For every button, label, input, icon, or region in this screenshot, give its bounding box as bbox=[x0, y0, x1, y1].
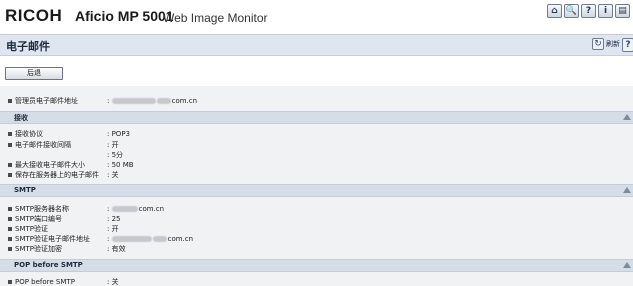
section-title: SMTP bbox=[14, 186, 36, 194]
row-label: 管理员电子邮件地址 bbox=[15, 97, 78, 105]
smtp-auth-email-domain: com.cn bbox=[167, 235, 194, 243]
page-title: 电子邮件 bbox=[6, 40, 50, 53]
row-label: SMTP验证加密 bbox=[15, 245, 62, 253]
section-receive: 接收 bbox=[0, 111, 633, 124]
row-keep-on-server: 保存在服务器上的电子邮件 : 关 bbox=[0, 170, 633, 180]
header: RICOH Aficio MP 5001 Web Image Monitor ⌂… bbox=[0, 0, 633, 34]
page-title-bar: 电子邮件 ↻ 刷新 ? bbox=[0, 34, 633, 56]
user-icon[interactable]: ▤ bbox=[615, 4, 630, 18]
row-value: : 关 bbox=[107, 278, 119, 286]
bullet-icon bbox=[8, 173, 12, 177]
device-model: Aficio MP 5001 bbox=[75, 8, 174, 24]
row-label: 最大接收电子邮件大小 bbox=[15, 161, 85, 169]
bullet-icon bbox=[8, 237, 12, 241]
smtp-server-domain: com.cn bbox=[138, 205, 165, 213]
row-smtp-server: SMTP服务器名称 : com.cn bbox=[0, 204, 633, 214]
page-help-icon[interactable]: ? bbox=[622, 38, 633, 52]
row-label: SMTP验证电子邮件地址 bbox=[15, 235, 90, 243]
row-pop-before-smtp: POP before SMTP : 关 bbox=[0, 277, 633, 286]
bullet-icon bbox=[8, 143, 12, 147]
bullet-icon bbox=[8, 99, 12, 103]
row-smtp-auth: SMTP验证 : 开 bbox=[0, 224, 633, 234]
row-max-email-size: 最大接收电子邮件大小 : 50 MB bbox=[0, 160, 633, 170]
row-value: : 有效 bbox=[107, 245, 126, 253]
row-value: : 50 MB bbox=[107, 161, 134, 169]
collapse-triangle-icon[interactable] bbox=[623, 262, 631, 268]
help-icon[interactable]: ? bbox=[581, 4, 596, 18]
row-label: POP before SMTP bbox=[15, 278, 75, 286]
brand-logo: RICOH bbox=[5, 6, 63, 25]
section-smtp: SMTP bbox=[0, 184, 633, 197]
header-toolbar: ⌂ 🔍 ? i ▤ bbox=[547, 4, 630, 18]
collapse-triangle-icon[interactable] bbox=[623, 187, 631, 193]
row-value: : 25 bbox=[107, 215, 121, 223]
content-area: 管理员电子邮件地址 : com.cn 接收 接收协议 : POP3 电子邮件接收… bbox=[0, 86, 633, 286]
row-value: : 开 bbox=[107, 141, 119, 149]
section-pop-before-smtp: POP before SMTP bbox=[0, 259, 633, 272]
row-label: 保存在服务器上的电子邮件 bbox=[15, 171, 99, 179]
row-smtp-auth-encryption: SMTP验证加密 : 有效 bbox=[0, 244, 633, 254]
row-receive-protocol: 接收协议 : POP3 bbox=[0, 129, 633, 139]
bullet-icon bbox=[8, 217, 12, 221]
bullet-icon bbox=[8, 207, 12, 211]
row-smtp-auth-email: SMTP验证电子邮件地址 : com.cn bbox=[0, 234, 633, 244]
bullet-icon bbox=[8, 132, 12, 136]
bullet-icon bbox=[8, 163, 12, 167]
row-receive-interval: 电子邮件接收间隔 : 开 bbox=[0, 140, 633, 150]
row-value: : com.cn bbox=[107, 235, 194, 243]
refresh-icon: ↻ bbox=[592, 38, 604, 50]
row-receive-interval-minutes: : 5分 bbox=[0, 150, 633, 160]
row-value: : com.cn bbox=[107, 205, 165, 213]
product-name: Web Image Monitor bbox=[163, 11, 268, 25]
bullet-icon bbox=[8, 227, 12, 231]
row-value: : 关 bbox=[107, 171, 119, 179]
collapse-triangle-icon[interactable] bbox=[623, 114, 631, 120]
row-label: 电子邮件接收间隔 bbox=[15, 141, 71, 149]
back-button[interactable]: 后退 bbox=[5, 67, 63, 80]
section-title: POP before SMTP bbox=[14, 261, 83, 269]
bullet-icon bbox=[8, 280, 12, 284]
info-icon[interactable]: i bbox=[598, 4, 613, 18]
row-value: : 开 bbox=[107, 225, 119, 233]
admin-email-row: 管理员电子邮件地址 : com.cn bbox=[0, 96, 633, 106]
row-label: SMTP端口编号 bbox=[15, 215, 62, 223]
row-value: : 5分 bbox=[107, 151, 124, 159]
row-label: SMTP服务器名称 bbox=[15, 205, 69, 213]
refresh-label: 刷新 bbox=[606, 40, 620, 48]
home-icon[interactable]: ⌂ bbox=[547, 4, 562, 18]
row-value: : POP3 bbox=[107, 130, 130, 138]
row-label: 接收协议 bbox=[15, 130, 43, 138]
row-value: : com.cn bbox=[107, 97, 198, 105]
refresh-button[interactable]: ↻ 刷新 bbox=[592, 38, 620, 50]
admin-email-domain: com.cn bbox=[171, 97, 198, 105]
row-smtp-port: SMTP端口编号 : 25 bbox=[0, 214, 633, 224]
search-icon[interactable]: 🔍 bbox=[564, 4, 579, 18]
action-bar: 后退 bbox=[0, 56, 633, 86]
section-title: 接收 bbox=[14, 114, 28, 122]
row-label: SMTP验证 bbox=[15, 225, 48, 233]
bullet-icon bbox=[8, 247, 12, 251]
